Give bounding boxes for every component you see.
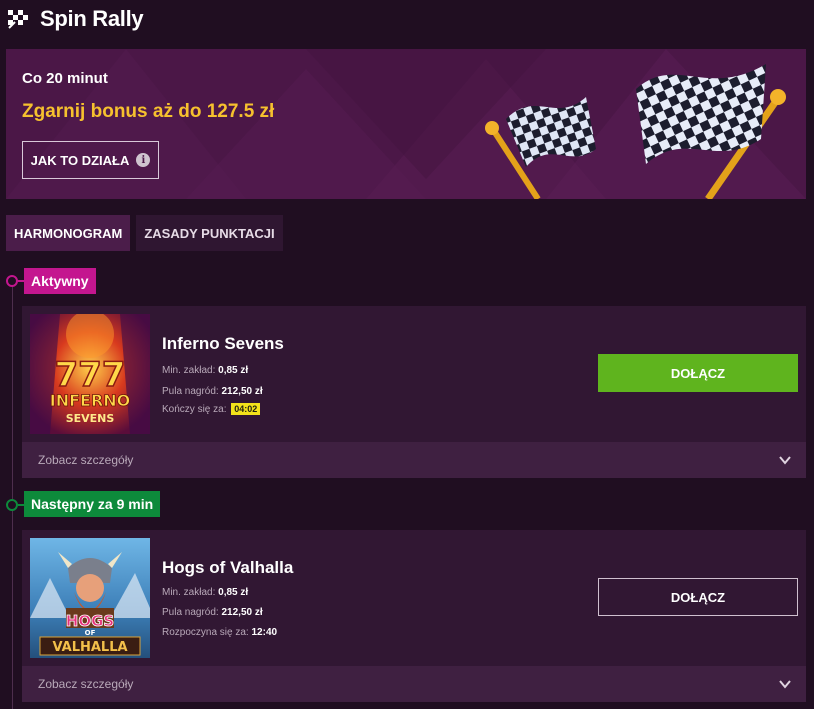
hogs-word-middle: OF bbox=[85, 629, 96, 637]
prize-pool-value: 212,50 zł bbox=[221, 386, 263, 397]
game-title[interactable]: Inferno Sevens bbox=[162, 334, 284, 354]
min-bet-row: Min. zakład: 0,85 zł bbox=[162, 587, 248, 598]
hogs-of-valhalla-art: HOGS OF VALHALLA bbox=[30, 538, 150, 658]
status-badge-next: Następny za 9 min bbox=[24, 491, 161, 517]
prize-pool-row: Pula nagród: 212,50 zł bbox=[162, 607, 263, 618]
banner-bonus: Zgarnij bonus aż do 127.5 zł bbox=[22, 101, 275, 122]
min-bet-label: Min. zakład: bbox=[162, 587, 216, 598]
banner-frequency: Co 20 minut bbox=[22, 70, 108, 87]
page-title: Spin Rally bbox=[40, 6, 144, 31]
chevron-down-icon bbox=[779, 456, 791, 465]
game-thumbnail-inferno-sevens[interactable]: 777 INFERNO SEVENS bbox=[30, 314, 150, 434]
inferno-sevens-word-top: INFERNO bbox=[50, 391, 131, 410]
timeline-dot-next bbox=[6, 499, 18, 511]
ends-in-row: Kończy się za: 04:02 bbox=[162, 403, 261, 415]
ends-in-label: Kończy się za: bbox=[162, 404, 227, 415]
details-label: Zobacz szczegóły bbox=[38, 677, 134, 691]
game-title[interactable]: Hogs of Valhalla bbox=[162, 558, 293, 578]
tournament-card: HOGS OF VALHALLA Hogs of Valhalla Min. z… bbox=[22, 530, 806, 702]
min-bet-value: 0,85 zł bbox=[218, 365, 249, 376]
prize-pool-label: Pula nagród: bbox=[162, 386, 219, 397]
checkered-flags-illustration bbox=[485, 64, 786, 199]
starts-in-row: Rozpoczyna się za: 12:40 bbox=[162, 627, 277, 638]
starts-in-value: 12:40 bbox=[251, 627, 278, 638]
details-label: Zobacz szczegóły bbox=[38, 453, 134, 467]
join-button[interactable]: DOŁĄCZ bbox=[598, 354, 798, 392]
join-button[interactable]: DOŁĄCZ bbox=[598, 578, 798, 616]
game-thumbnail-hogs-of-valhalla[interactable]: HOGS OF VALHALLA bbox=[30, 538, 150, 658]
promo-banner: Co 20 minut Zgarnij bonus aż do 127.5 zł… bbox=[6, 49, 806, 199]
info-icon: i bbox=[136, 153, 151, 167]
how-it-works-button[interactable]: JAK TO DZIAŁA i bbox=[22, 141, 159, 179]
tab-scoring-rules[interactable]: ZASADY PUNKTACJI bbox=[136, 215, 283, 251]
page-header: Spin Rally bbox=[6, 4, 144, 34]
timeline-dot-active bbox=[6, 275, 18, 287]
checkered-flag-icon bbox=[8, 10, 28, 29]
how-it-works-label: JAK TO DZIAŁA bbox=[30, 152, 130, 168]
inferno-sevens-glyph: 777 bbox=[55, 355, 126, 395]
status-badge-active: Aktywny bbox=[24, 268, 96, 294]
timeline-line bbox=[12, 286, 13, 709]
inferno-sevens-word-bottom: SEVENS bbox=[66, 412, 115, 425]
prize-pool-label: Pula nagród: bbox=[162, 607, 219, 618]
details-toggle[interactable]: Zobacz szczegóły bbox=[22, 442, 806, 478]
details-toggle[interactable]: Zobacz szczegóły bbox=[22, 666, 806, 702]
tournament-card: 777 INFERNO SEVENS Inferno Sevens Min. z… bbox=[22, 306, 806, 478]
hogs-word-bottom: VALHALLA bbox=[52, 640, 127, 655]
countdown-timer: 04:02 bbox=[231, 403, 261, 415]
min-bet-value: 0,85 zł bbox=[218, 587, 249, 598]
schedule-tabs: HARMONOGRAM ZASADY PUNKTACJI bbox=[6, 215, 283, 251]
inferno-sevens-art: 777 INFERNO SEVENS bbox=[30, 314, 150, 434]
tab-harmonogram[interactable]: HARMONOGRAM bbox=[6, 215, 131, 251]
starts-in-label: Rozpoczyna się za: bbox=[162, 627, 249, 638]
hogs-word-top: HOGS bbox=[66, 612, 114, 630]
prize-pool-row: Pula nagród: 212,50 zł bbox=[162, 386, 263, 397]
min-bet-label: Min. zakład: bbox=[162, 365, 216, 376]
prize-pool-value: 212,50 zł bbox=[221, 607, 263, 618]
chevron-down-icon bbox=[779, 680, 791, 689]
min-bet-row: Min. zakład: 0,85 zł bbox=[162, 365, 248, 376]
